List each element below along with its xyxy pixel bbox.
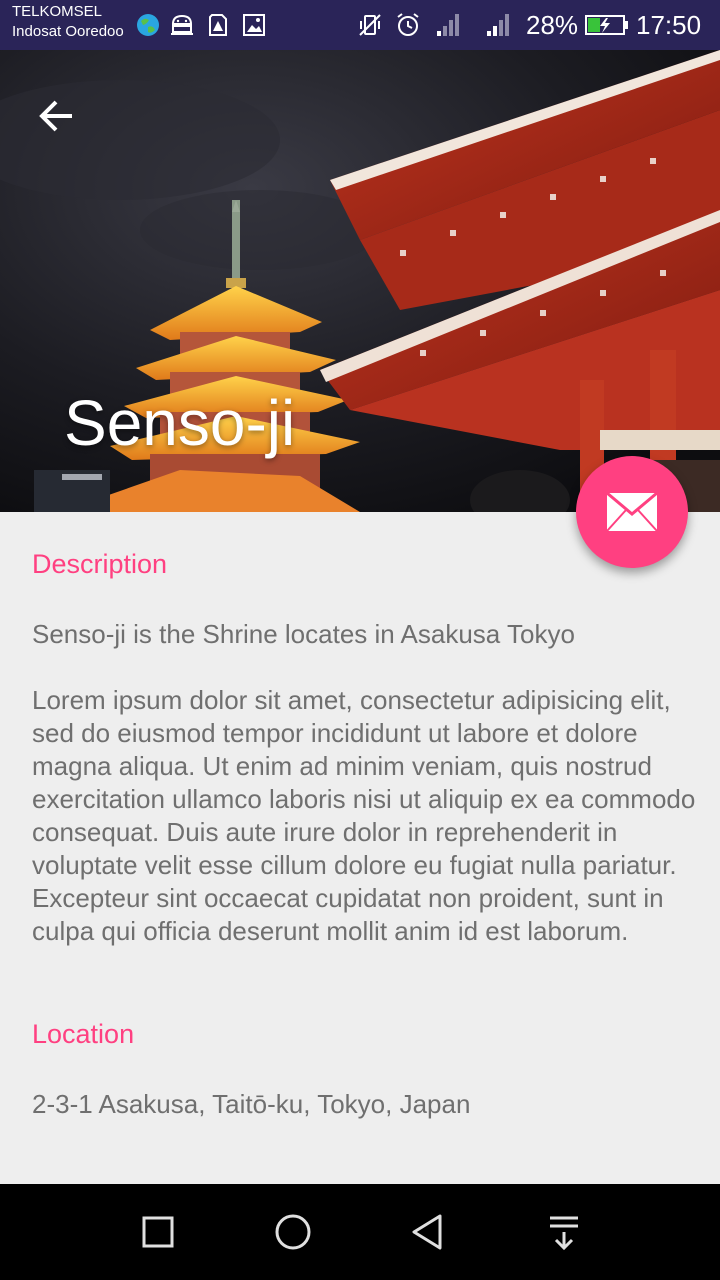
recent-apps-icon	[142, 1216, 174, 1248]
detail-content: Description Senso-ji is the Shrine locat…	[0, 512, 720, 1184]
email-icon	[606, 492, 658, 532]
carrier-primary: TELKOMSEL	[12, 3, 103, 20]
vibrate-off-icon	[359, 14, 381, 36]
location-heading: Location	[32, 1019, 135, 1049]
description-intro: Senso-ji is the Shrine locates in Asakus…	[32, 619, 575, 649]
app-screen: TELKOMSEL Indosat Ooredoo 28% 17:50 Sens…	[0, 0, 720, 1280]
header-image: Senso-ji	[0, 50, 720, 512]
page-title: Senso-ji	[64, 387, 296, 459]
back-nav-button[interactable]	[400, 1204, 456, 1260]
signal-icon	[487, 14, 509, 36]
battery-charging-icon	[585, 15, 628, 35]
back-icon	[412, 1214, 442, 1250]
alarm-icon	[397, 13, 419, 36]
notifications-pull-button[interactable]	[536, 1204, 592, 1260]
email-fab-button[interactable]	[576, 456, 688, 568]
navigation-bar	[0, 1184, 720, 1280]
carrier-secondary: Indosat Ooredoo	[12, 23, 124, 40]
arrow-back-icon	[39, 100, 72, 132]
image-icon	[243, 14, 265, 36]
location-address: 2-3-1 Asakusa, Taitō-ku, Tokyo, Japan	[32, 1089, 471, 1119]
battery-percent: 28%	[526, 10, 579, 40]
signal-icon	[437, 14, 459, 36]
globe-icon	[137, 14, 159, 36]
description-heading: Description	[32, 549, 168, 579]
recent-apps-button[interactable]	[130, 1204, 186, 1260]
description-body: Lorem ipsum dolor sit amet, consectetur …	[32, 685, 696, 946]
android-icon	[171, 14, 193, 35]
home-icon	[275, 1214, 311, 1250]
status-bar: TELKOMSEL Indosat Ooredoo 28% 17:50	[0, 0, 720, 50]
notifications-pull-icon	[550, 1216, 578, 1251]
back-button[interactable]	[26, 86, 86, 146]
home-button[interactable]	[265, 1204, 321, 1260]
sim-alert-icon	[209, 14, 227, 36]
clock: 17:50	[636, 10, 702, 40]
